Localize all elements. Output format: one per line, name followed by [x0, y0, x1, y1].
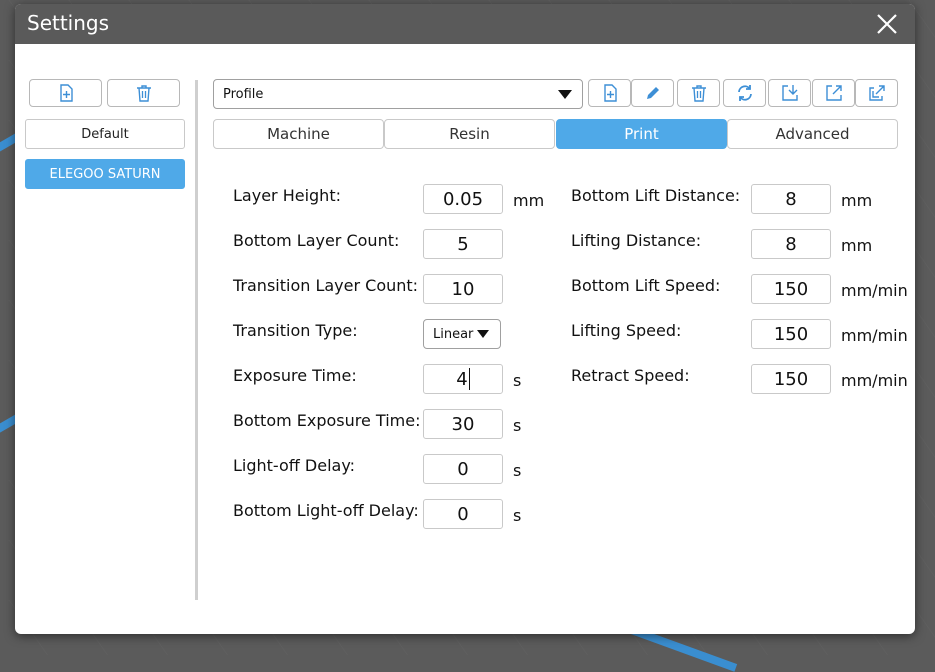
add-profile-button[interactable]	[588, 79, 631, 107]
retract-speed-label: Retract Speed:	[571, 366, 690, 385]
chevron-down-icon	[477, 330, 489, 338]
bottom-exposure-time-input[interactable]: 30	[423, 409, 503, 439]
exposure-time-input[interactable]: 4	[423, 364, 503, 394]
lifting-distance-unit: mm	[841, 236, 873, 255]
layer-height-unit: mm	[513, 191, 545, 210]
reset-profile-button[interactable]	[723, 79, 766, 107]
remove-profile-button[interactable]	[677, 79, 720, 107]
bottom-light-off-delay-label: Bottom Light-off Delay:	[233, 501, 419, 520]
lifting-distance-label: Lifting Distance:	[571, 231, 702, 250]
file-plus-icon	[59, 84, 73, 102]
export-copy-icon	[868, 85, 885, 101]
retract-speed-input[interactable]: 150	[751, 364, 831, 394]
bottom-light-off-delay-unit: s	[513, 506, 522, 525]
tab-advanced[interactable]: Advanced	[727, 119, 898, 149]
window-title: Settings	[27, 11, 110, 35]
export-icon	[825, 85, 842, 101]
retract-speed-unit: mm/min	[841, 371, 908, 390]
delete-profile-button[interactable]	[107, 79, 180, 107]
export-profile-button[interactable]	[812, 79, 855, 107]
trash-icon	[136, 85, 151, 102]
lifting-speed-label: Lifting Speed:	[571, 321, 682, 340]
tab-machine[interactable]: Machine	[213, 119, 384, 149]
export-all-profiles-button[interactable]	[855, 79, 898, 107]
bottom-lift-speed-input[interactable]: 150	[751, 274, 831, 304]
lifting-speed-input[interactable]: 150	[751, 319, 831, 349]
light-off-delay-label: Light-off Delay:	[233, 456, 356, 475]
sidebar-item-default[interactable]: Default	[25, 119, 185, 149]
light-off-delay-input[interactable]: 0	[423, 454, 503, 484]
bottom-exposure-time-label: Bottom Exposure Time:	[233, 411, 421, 430]
close-icon[interactable]	[873, 10, 901, 38]
import-icon	[781, 85, 798, 101]
settings-dialog: Settings Default ELEGOO SATURN Profile M…	[15, 4, 915, 634]
exposure-time-unit: s	[513, 371, 522, 390]
bottom-lift-distance-label: Bottom Lift Distance:	[571, 186, 741, 205]
refresh-icon	[737, 85, 752, 101]
profile-select-value: Profile	[223, 87, 264, 102]
transition-layer-count-input[interactable]: 10	[423, 274, 503, 304]
titlebar: Settings	[15, 4, 915, 44]
bottom-layer-count-label: Bottom Layer Count:	[233, 231, 400, 250]
exposure-time-value: 4	[456, 368, 468, 390]
edit-profile-button[interactable]	[631, 79, 674, 107]
import-profile-button[interactable]	[768, 79, 811, 107]
layer-height-input[interactable]: 0.05	[423, 184, 503, 214]
bottom-lift-speed-unit: mm/min	[841, 281, 908, 300]
pencil-icon	[646, 87, 659, 99]
bottom-layer-count-input[interactable]: 5	[423, 229, 503, 259]
panel-divider	[195, 80, 198, 600]
profile-select[interactable]: Profile	[213, 79, 583, 109]
transition-type-select[interactable]: Linear	[423, 319, 501, 349]
text-cursor	[468, 368, 470, 390]
tab-print[interactable]: Print	[556, 119, 727, 149]
transition-type-value: Linear	[433, 327, 474, 342]
light-off-delay-unit: s	[513, 461, 522, 480]
transition-layer-count-label: Transition Layer Count:	[233, 276, 419, 295]
lifting-speed-unit: mm/min	[841, 326, 908, 345]
exposure-time-label: Exposure Time:	[233, 366, 357, 385]
tab-resin[interactable]: Resin	[384, 119, 555, 149]
bottom-exposure-time-unit: s	[513, 416, 522, 435]
trash-icon	[691, 85, 706, 102]
new-profile-button[interactable]	[29, 79, 102, 107]
sidebar-item-elegoo-saturn[interactable]: ELEGOO SATURN	[25, 159, 185, 189]
lifting-distance-input[interactable]: 8	[751, 229, 831, 259]
bottom-lift-distance-input[interactable]: 8	[751, 184, 831, 214]
bottom-lift-speed-label: Bottom Lift Speed:	[571, 276, 721, 295]
transition-type-label: Transition Type:	[233, 321, 358, 340]
bottom-lift-distance-unit: mm	[841, 191, 873, 210]
file-plus-icon	[603, 84, 617, 102]
chevron-down-icon	[558, 90, 572, 99]
layer-height-label: Layer Height:	[233, 186, 341, 205]
bottom-light-off-delay-input[interactable]: 0	[423, 499, 503, 529]
